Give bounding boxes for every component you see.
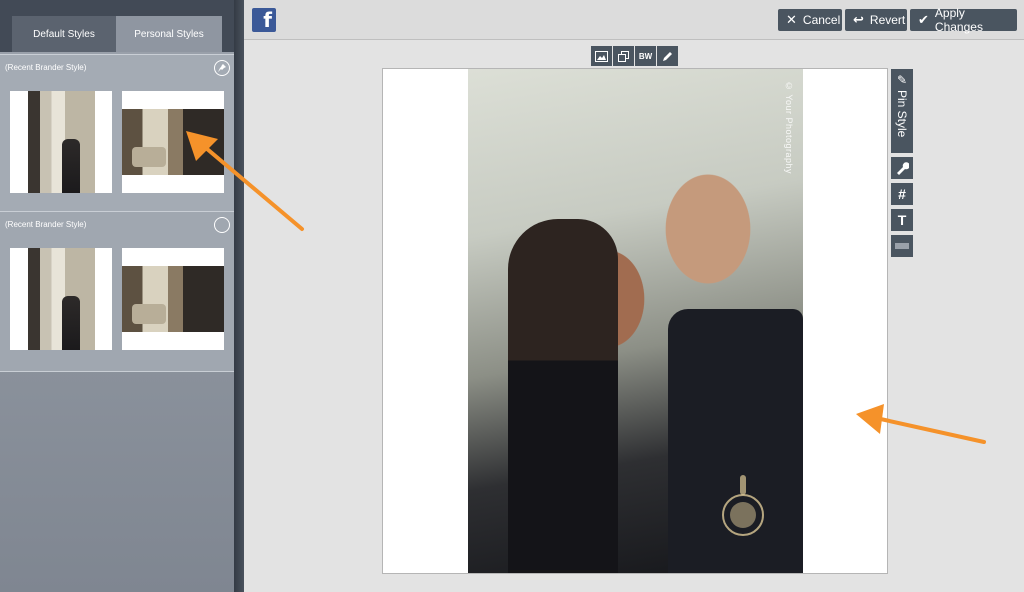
pin-icon: ✎	[896, 73, 908, 87]
wrench-icon[interactable]	[891, 157, 913, 179]
annotation-arrow-left	[186, 131, 304, 231]
text-button[interactable]: T	[891, 209, 913, 231]
apply-changes-button[interactable]: ✔ Apply Changes	[910, 6, 1017, 34]
side-tools: ✎ Pin Style # T	[891, 69, 913, 257]
check-icon: ✔	[918, 12, 929, 28]
style-thumbnail-portrait[interactable]	[10, 91, 112, 193]
close-icon: ✕	[786, 12, 797, 28]
tab-default-styles[interactable]: Default Styles	[12, 16, 116, 52]
bw-button[interactable]: BW	[635, 46, 656, 66]
apply-label: Apply Changes	[934, 6, 983, 34]
duplicate-icon[interactable]	[613, 46, 634, 66]
image-icon[interactable]	[591, 46, 612, 66]
style-thumbnail-landscape[interactable]	[122, 248, 224, 350]
thumbnail-photo	[28, 91, 95, 193]
pin-icon[interactable]	[214, 60, 230, 76]
dark-roux-logo	[722, 475, 764, 536]
cancel-button[interactable]: ✕ Cancel	[778, 9, 842, 31]
annotation-arrow-right	[856, 404, 986, 444]
revert-button[interactable]: ↩ Revert	[845, 9, 907, 31]
section-label: (Recent Brander Style)	[5, 220, 87, 229]
tab-personal-styles[interactable]: Personal Styles	[116, 16, 222, 52]
revert-label: Revert	[869, 13, 906, 27]
thumbnail-photo	[122, 266, 224, 332]
bar-icon[interactable]	[891, 235, 913, 257]
styles-sidebar: Default Styles Personal Styles (Recent B…	[0, 0, 234, 592]
thumbnail-photo	[28, 248, 95, 350]
undo-icon: ↩	[853, 12, 864, 28]
watermark-text: © Your Photography	[784, 81, 794, 175]
pencil-icon[interactable]	[657, 46, 678, 66]
cancel-label: Cancel	[802, 13, 841, 27]
style-section-2: (Recent Brander Style)	[0, 212, 234, 372]
preview-canvas[interactable]: © Your Photography	[382, 68, 888, 574]
pin-style-button[interactable]: ✎ Pin Style	[891, 69, 913, 153]
section-label: (Recent Brander Style)	[5, 63, 87, 72]
canvas-tools: BW	[591, 46, 678, 66]
facebook-icon[interactable]: f	[252, 8, 276, 32]
style-thumbnail-portrait[interactable]	[10, 248, 112, 350]
sidebar-divider	[234, 0, 244, 592]
hash-button[interactable]: #	[891, 183, 913, 205]
top-toolbar: f ✕ Cancel ↩ Revert ✔ Apply Changes	[244, 0, 1024, 40]
couple-photo: © Your Photography	[468, 69, 803, 573]
sidebar-tabs-bar: Default Styles Personal Styles	[0, 0, 234, 52]
pin-style-label: Pin Style	[895, 90, 909, 138]
